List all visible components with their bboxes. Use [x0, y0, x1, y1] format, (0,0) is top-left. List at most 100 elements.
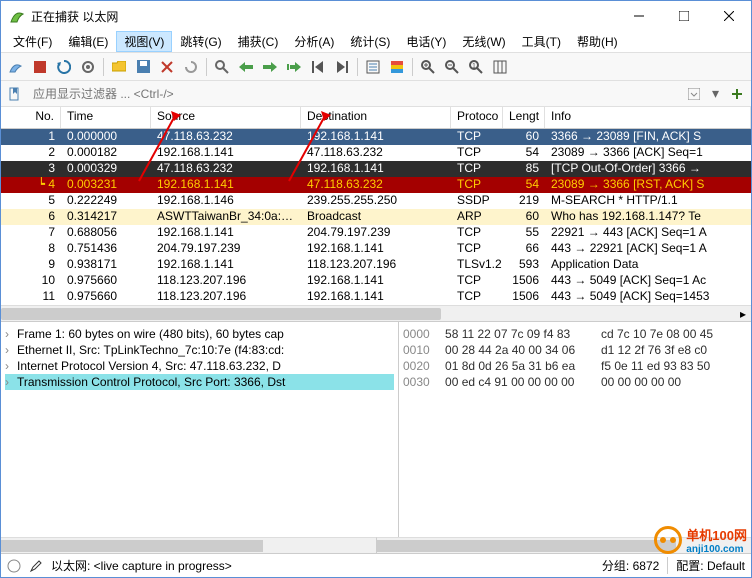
cell-length: 85: [503, 161, 545, 177]
packet-row[interactable]: 110.975660118.123.207.196192.168.1.141TC…: [1, 289, 751, 305]
packet-list-header: No. Time Source Destination Protoco Leng…: [1, 107, 751, 129]
packet-row[interactable]: 10.00000047.118.63.232192.168.1.141TCP60…: [1, 129, 751, 145]
toolbar-separator: [103, 58, 104, 76]
hex-bytes: 01 8d 0d 26 5a 31 b6 ea: [445, 358, 591, 374]
bytes-hscrollbar[interactable]: [376, 537, 752, 553]
cell-source: 192.168.1.141: [151, 225, 301, 241]
menu-item[interactable]: 帮助(H): [569, 31, 626, 52]
packet-row[interactable]: 20.000182192.168.1.14147.118.63.232TCP54…: [1, 145, 751, 161]
packet-list-body[interactable]: 10.00000047.118.63.232192.168.1.141TCP60…: [1, 129, 751, 305]
menu-item[interactable]: 统计(S): [342, 31, 398, 52]
col-header-time[interactable]: Time: [61, 107, 151, 128]
close-file-button[interactable]: [156, 56, 178, 78]
packet-row[interactable]: 70.688056192.168.1.141204.79.197.239TCP5…: [1, 225, 751, 241]
cell-length: 60: [503, 129, 545, 145]
cell-protocol: TCP: [451, 177, 503, 193]
close-button[interactable]: [706, 1, 751, 31]
col-header-protocol[interactable]: Protoco: [451, 107, 503, 128]
cell-source: 118.123.207.196: [151, 273, 301, 289]
capture-options-button[interactable]: [77, 56, 99, 78]
zoom-out-button[interactable]: [441, 56, 463, 78]
hex-row[interactable]: 001000 28 44 2a 40 00 34 06d1 12 2f 76 3…: [403, 342, 747, 358]
display-filter-input[interactable]: [29, 84, 680, 104]
menu-item[interactable]: 分析(A): [286, 31, 342, 52]
cell-info: [TCP Out-Of-Order] 3366 →: [545, 161, 751, 177]
scrollbar-thumb[interactable]: [1, 308, 441, 320]
colorize-button[interactable]: [386, 56, 408, 78]
bookmark-icon: [8, 87, 22, 101]
filter-more-button[interactable]: ▾: [708, 85, 723, 102]
menu-item[interactable]: 捕获(C): [230, 31, 287, 52]
maximize-button[interactable]: [661, 1, 706, 31]
packet-row[interactable]: 30.00032947.118.63.232192.168.1.141TCP85…: [1, 161, 751, 177]
go-back-button[interactable]: [235, 56, 257, 78]
save-file-button[interactable]: [132, 56, 154, 78]
auto-scroll-button[interactable]: [362, 56, 384, 78]
scroll-right-arrow[interactable]: ▸: [735, 306, 751, 322]
col-header-info[interactable]: Info: [545, 107, 751, 128]
cell-time: 0.975660: [61, 289, 151, 305]
tree-node[interactable]: ›Ethernet II, Src: TpLinkTechno_7c:10:7e…: [5, 342, 394, 358]
packet-row[interactable]: 90.938171192.168.1.141118.123.207.196TLS…: [1, 257, 751, 273]
menu-item[interactable]: 视图(V): [116, 31, 172, 52]
cell-length: 60: [503, 209, 545, 225]
find-button[interactable]: [211, 56, 233, 78]
zoom-out-icon: [445, 60, 459, 74]
packet-list-hscrollbar[interactable]: ▸: [1, 305, 751, 321]
hex-row[interactable]: 003000 ed c4 91 00 00 00 0000 00 00 00 0…: [403, 374, 747, 390]
menu-item[interactable]: 电话(Y): [398, 31, 454, 52]
hex-bytes: cd 7c 10 7e 08 00 45: [601, 326, 747, 342]
packet-details-pane[interactable]: ›Frame 1: 60 bytes on wire (480 bits), 6…: [1, 322, 399, 553]
status-profile[interactable]: 配置: Default: [667, 557, 745, 574]
scrollbar-thumb[interactable]: [377, 540, 677, 552]
start-capture-button[interactable]: [5, 56, 27, 78]
menu-item[interactable]: 文件(F): [5, 31, 60, 52]
hex-bytes: 58 11 22 07 7c 09 f4 83: [445, 326, 591, 342]
menu-item[interactable]: 工具(T): [514, 31, 569, 52]
hex-row[interactable]: 002001 8d 0d 26 5a 31 b6 eaf5 0e 11 ed 9…: [403, 358, 747, 374]
bookmark-filter-button[interactable]: [5, 84, 25, 104]
menu-item[interactable]: 无线(W): [454, 31, 513, 52]
packet-bytes-pane[interactable]: 000058 11 22 07 7c 09 f4 83cd 7c 10 7e 0…: [399, 322, 751, 553]
cell-no: 11: [1, 289, 61, 305]
expert-info-icon[interactable]: [7, 559, 21, 573]
packet-row[interactable]: 100.975660118.123.207.196192.168.1.141TC…: [1, 273, 751, 289]
scrollbar-thumb[interactable]: [1, 540, 263, 552]
packet-row[interactable]: 50.222249192.168.1.146239.255.255.250SSD…: [1, 193, 751, 209]
stop-capture-button[interactable]: [29, 56, 51, 78]
tree-node[interactable]: ›Internet Protocol Version 4, Src: 47.11…: [5, 358, 394, 374]
restart-capture-button[interactable]: [53, 56, 75, 78]
col-header-no[interactable]: No.: [1, 107, 61, 128]
packet-row[interactable]: 60.314217ASWTTaiwanBr_34:0a:…BroadcastAR…: [1, 209, 751, 225]
minimize-button[interactable]: [616, 1, 661, 31]
edit-capture-comment-icon[interactable]: [29, 559, 43, 573]
gear-icon: [81, 60, 95, 74]
tree-node[interactable]: ›Frame 1: 60 bytes on wire (480 bits), 6…: [5, 326, 394, 342]
col-header-source[interactable]: Source: [151, 107, 301, 128]
cell-no: 1: [1, 129, 61, 145]
reload-button[interactable]: [180, 56, 202, 78]
zoom-reset-button[interactable]: 1: [465, 56, 487, 78]
filter-expression-button[interactable]: [684, 84, 704, 104]
filter-add-button[interactable]: [727, 84, 747, 104]
go-forward-button[interactable]: [259, 56, 281, 78]
cell-protocol: TCP: [451, 161, 503, 177]
zoom-in-button[interactable]: [417, 56, 439, 78]
packet-row[interactable]: ┕ 40.003231192.168.1.14147.118.63.232TCP…: [1, 177, 751, 193]
col-header-length[interactable]: Lengt: [503, 107, 545, 128]
goto-first-button[interactable]: [307, 56, 329, 78]
goto-last-button[interactable]: [331, 56, 353, 78]
open-file-button[interactable]: [108, 56, 130, 78]
cell-destination: 192.168.1.141: [301, 289, 451, 305]
menu-item[interactable]: 跳转(G): [172, 31, 229, 52]
autoscroll-icon: [366, 60, 380, 74]
hex-row[interactable]: 000058 11 22 07 7c 09 f4 83cd 7c 10 7e 0…: [403, 326, 747, 342]
cell-info: M-SEARCH * HTTP/1.1: [545, 193, 751, 209]
goto-packet-button[interactable]: [283, 56, 305, 78]
packet-row[interactable]: 80.751436204.79.197.239192.168.1.141TCP6…: [1, 241, 751, 257]
col-header-destination[interactable]: Destination: [301, 107, 451, 128]
details-hscrollbar[interactable]: [1, 537, 376, 553]
tree-node[interactable]: ›Transmission Control Protocol, Src Port…: [5, 374, 394, 390]
resize-columns-button[interactable]: [489, 56, 511, 78]
menu-item[interactable]: 编辑(E): [60, 31, 116, 52]
